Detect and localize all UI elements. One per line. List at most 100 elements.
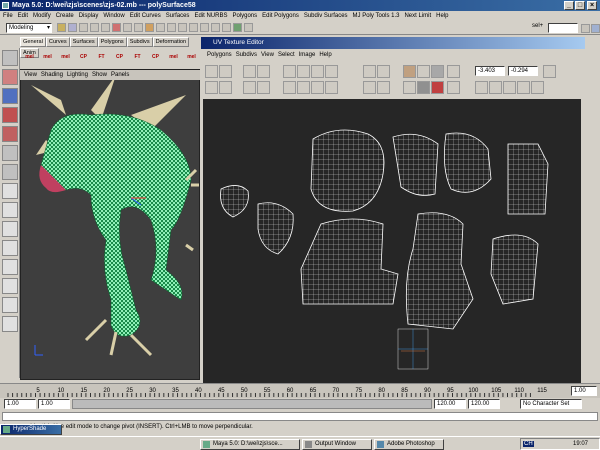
uv-align-min-u-icon[interactable]: [311, 65, 324, 78]
language-indicator[interactable]: CH: [523, 441, 534, 447]
range-track[interactable]: [72, 399, 432, 409]
menu-subdiv-surfaces[interactable]: Subdiv Surfaces: [304, 13, 348, 19]
character-set-dropdown[interactable]: No Character Set: [520, 399, 582, 409]
shelf-tab-surfaces[interactable]: Surfaces: [69, 37, 98, 47]
snap-curve-icon[interactable]: [178, 23, 187, 32]
cp-shelf-button[interactable]: CP: [75, 49, 92, 66]
uv-shell-select-icon[interactable]: [363, 81, 376, 94]
layout-four-icon[interactable]: [2, 202, 18, 218]
close-button[interactable]: ×: [587, 1, 597, 10]
minimize-button[interactable]: _: [564, 1, 574, 10]
cp-shelf-button[interactable]: mel: [39, 49, 56, 66]
uv-unfold-icon[interactable]: [219, 65, 232, 78]
uv-display-image-icon[interactable]: [403, 65, 416, 78]
render-icon[interactable]: [222, 23, 231, 32]
menu-surfaces[interactable]: Surfaces: [166, 13, 190, 19]
uv-copy-icon[interactable]: [475, 81, 488, 94]
current-frame-field[interactable]: 1.00: [571, 386, 597, 396]
uv-menu-polygons[interactable]: Polygons: [207, 52, 232, 58]
mel-input[interactable]: [2, 412, 598, 421]
layout-single-icon[interactable]: [2, 183, 18, 199]
selection-field[interactable]: [548, 23, 578, 33]
viewport-menu-panels[interactable]: Panels: [111, 72, 129, 78]
snap-grid-icon[interactable]: [167, 23, 176, 32]
attribute-editor-toggle-icon[interactable]: [591, 24, 600, 33]
uv-paste-icon[interactable]: [489, 81, 502, 94]
shelf-tab-deformation[interactable]: Deformation: [152, 37, 190, 47]
uv-menu-help[interactable]: Help: [319, 52, 331, 58]
rotate-tool-icon[interactable]: [2, 107, 18, 123]
cp-shelf-button[interactable]: CP: [147, 49, 164, 66]
folder-icon[interactable]: [57, 23, 66, 32]
uv-align-max-u-icon[interactable]: [325, 65, 338, 78]
shelf-tab-curves[interactable]: Curves: [45, 37, 70, 47]
menu-file[interactable]: File: [3, 13, 13, 19]
select-object-icon[interactable]: [90, 23, 99, 32]
layout-outliner-icon[interactable]: [2, 240, 18, 256]
uv-filter-icon[interactable]: [431, 65, 444, 78]
uv-layout-icon[interactable]: [257, 81, 270, 94]
viewport-menu-view[interactable]: View: [24, 72, 37, 78]
ft-shelf-button[interactable]: mel: [57, 49, 74, 66]
uv-rotate-cw-icon[interactable]: [219, 81, 232, 94]
menu-edit-curves[interactable]: Edit Curves: [130, 13, 161, 19]
mel-shelf-button[interactable]: mel: [21, 49, 38, 66]
uv-translate-icon[interactable]: [205, 65, 218, 78]
menu-modify[interactable]: Modify: [33, 13, 51, 19]
viewport-menu-shading[interactable]: Shading: [41, 72, 63, 78]
menu-edit-nurbs[interactable]: Edit NURBS: [194, 13, 227, 19]
uv-grid-icon[interactable]: [311, 81, 324, 94]
mode-dropdown[interactable]: Modeling ▾: [6, 23, 52, 33]
uv-isolate-clear-icon[interactable]: [447, 81, 460, 94]
layout-graph-icon[interactable]: [2, 259, 18, 275]
u-value-field[interactable]: -3.403: [475, 66, 505, 76]
mask-icon[interactable]: [156, 23, 165, 32]
menu-help[interactable]: Help: [436, 13, 448, 19]
shelf-tab-general[interactable]: General: [20, 37, 46, 47]
mask-icon[interactable]: [123, 23, 132, 32]
perspective-viewport[interactable]: [20, 69, 200, 380]
uv-cut-icon[interactable]: [243, 65, 256, 78]
menu-window[interactable]: Window: [103, 13, 124, 19]
uv-move-sew-icon[interactable]: [243, 81, 256, 94]
ft-shelf-button[interactable]: FT: [129, 49, 146, 66]
menu-mj-poly-tools[interactable]: MJ Poly Tools 1.3: [353, 13, 400, 19]
cp-shelf-button[interactable]: CP: [111, 49, 128, 66]
viewport-menu-show[interactable]: Show: [92, 72, 107, 78]
uv-color-icon[interactable]: [431, 81, 444, 94]
task-output-window[interactable]: Output Window: [302, 439, 372, 450]
uv-isolate-icon[interactable]: [447, 65, 460, 78]
uv-cycle-icon[interactable]: [531, 81, 544, 94]
layout-uv-icon[interactable]: [2, 297, 18, 313]
uv-border-select-icon[interactable]: [377, 65, 390, 78]
uv-refresh-icon[interactable]: [543, 65, 556, 78]
uv-menu-image[interactable]: Image: [299, 52, 316, 58]
uv-border-select-icon[interactable]: [377, 81, 390, 94]
uv-menu-select[interactable]: Select: [278, 52, 295, 58]
start-time-field[interactable]: 1.00: [4, 399, 36, 409]
snap-point-icon[interactable]: [189, 23, 198, 32]
menu-create[interactable]: Create: [56, 13, 74, 19]
mask-icon[interactable]: [134, 23, 143, 32]
save-icon[interactable]: [68, 23, 77, 32]
viewport-menu-lighting[interactable]: Lighting: [67, 72, 88, 78]
ft-shelf-button[interactable]: FT: [93, 49, 110, 66]
uv-canvas[interactable]: [203, 99, 581, 385]
mask-icon[interactable]: [145, 23, 154, 32]
v-value-field[interactable]: -0.294: [508, 66, 538, 76]
uv-dim-image-icon[interactable]: [417, 65, 430, 78]
layout-split-icon[interactable]: [2, 221, 18, 237]
maximize-button[interactable]: □: [575, 1, 585, 10]
scale-tool-icon[interactable]: [2, 126, 18, 142]
snap-plane-icon[interactable]: [200, 23, 209, 32]
lasso-tool-icon[interactable]: [2, 69, 18, 85]
manipulator-tool-icon[interactable]: [2, 145, 18, 161]
end-time-field[interactable]: 120.00: [468, 399, 500, 409]
shelf-tab-polygons[interactable]: Polygons: [97, 37, 127, 47]
uv-shell-select-icon[interactable]: [363, 65, 376, 78]
time-slider[interactable]: 5 10 15 20 25 30 35 40 45 50 55 60 65 70 75 80 85 90 95 100…: [0, 383, 600, 398]
uv-rotate-ccw-icon[interactable]: [205, 81, 218, 94]
hypershade-button[interactable]: HyperShade: [0, 424, 62, 435]
uv-menu-subdivs[interactable]: Subdivs: [236, 52, 257, 58]
uv-flip-v-icon[interactable]: [297, 65, 310, 78]
